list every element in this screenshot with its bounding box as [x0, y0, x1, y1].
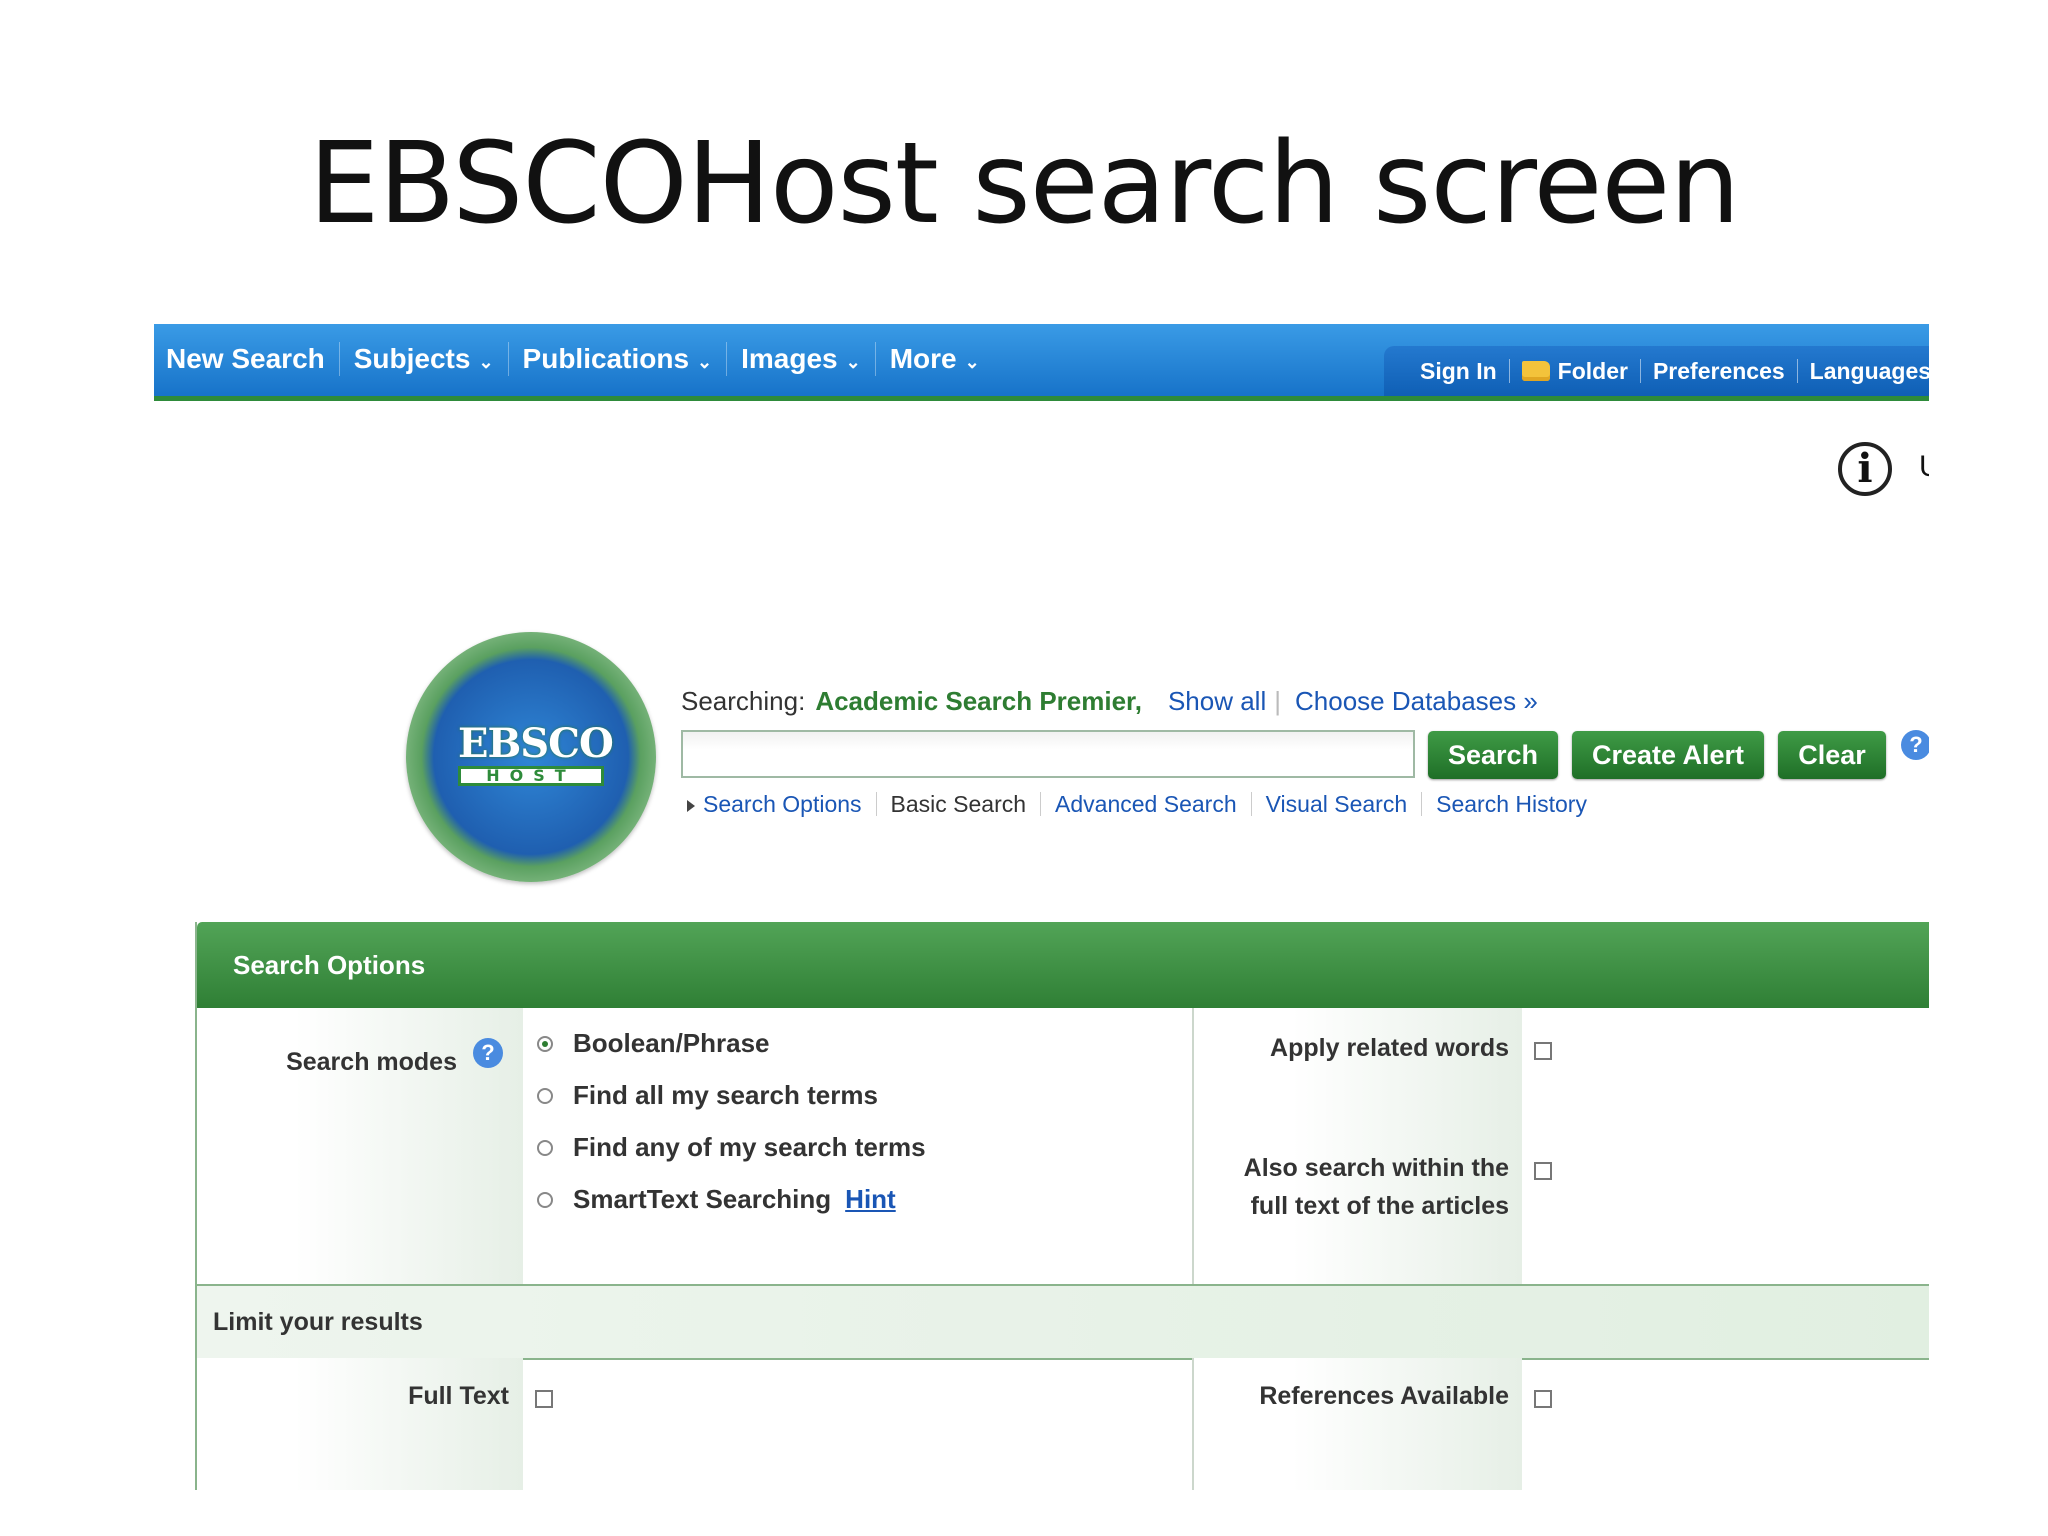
full-text-label: Full Text	[408, 1382, 509, 1410]
search-subnav: Search Options Basic Search Advanced Sea…	[687, 792, 1601, 816]
ebscohost-logo: EBSCO HOST	[406, 632, 656, 882]
help-icon[interactable]: ?	[1901, 730, 1929, 760]
mode-label: Find any of my search terms	[573, 1132, 926, 1162]
chevron-down-icon: ⌄	[478, 351, 494, 372]
search-input[interactable]	[681, 730, 1415, 778]
mode-label: Boolean/Phrase	[573, 1028, 770, 1058]
database-name: Academic Search Premier,	[815, 686, 1142, 716]
full-text-search-checkbox[interactable]	[1534, 1162, 1552, 1180]
limit-results-bar: Limit your results	[197, 1284, 1929, 1360]
nav-publications-label: Publications	[522, 343, 690, 374]
folder-link[interactable]: Folder	[1510, 359, 1641, 383]
searching-row: Searching: Academic Search Premier, Show…	[681, 686, 1538, 717]
slide-title: EBSCOHost search screen	[308, 119, 1741, 249]
folder-label: Folder	[1557, 358, 1628, 384]
search-history-link[interactable]: Search History	[1422, 792, 1601, 816]
mode-boolean[interactable]: Boolean/Phrase	[537, 1028, 770, 1059]
radio-button[interactable]	[537, 1087, 553, 1104]
panel-header: Search Options	[197, 922, 1929, 1008]
preferences-link[interactable]: Preferences	[1641, 359, 1798, 383]
search-options-link[interactable]: Search Options	[687, 792, 877, 816]
search-options-label: Search Options	[703, 791, 862, 817]
searching-label: Searching:	[681, 686, 806, 716]
hint-link[interactable]: Hint	[845, 1184, 896, 1215]
radio-button[interactable]	[537, 1139, 553, 1156]
mode-find-all[interactable]: Find all my search terms	[537, 1080, 878, 1111]
basic-search-link[interactable]: Basic Search	[877, 792, 1042, 816]
references-label: References Available	[1259, 1382, 1509, 1410]
logo-ebsco-text: EBSCO	[458, 720, 614, 767]
radio-button[interactable]	[537, 1191, 553, 1208]
chevron-down-icon: ⌄	[964, 351, 980, 372]
radio-button[interactable]	[537, 1035, 553, 1052]
advanced-search-link[interactable]: Advanced Search	[1041, 792, 1252, 816]
also-search-label-line2: full text of the articles	[1250, 1192, 1509, 1220]
info-icon[interactable]: i	[1838, 442, 1892, 496]
nav-more[interactable]: More ⌄	[876, 342, 994, 376]
also-search-label-line1: Also search within the	[1243, 1154, 1509, 1182]
label-column	[197, 1358, 523, 1490]
mode-smarttext[interactable]: SmartText Searching Hint	[537, 1184, 896, 1215]
chevron-down-icon: ⌄	[845, 351, 861, 372]
nav-subjects[interactable]: Subjects ⌄	[340, 342, 509, 376]
apply-related-checkbox[interactable]	[1534, 1042, 1552, 1060]
panel-title: Search Options	[233, 950, 426, 980]
show-all-link[interactable]: Show all	[1168, 686, 1266, 717]
sign-in-link[interactable]: Sign In	[1408, 359, 1510, 383]
nav-new-search[interactable]: New Search	[166, 342, 340, 376]
nav-images[interactable]: Images ⌄	[727, 342, 876, 376]
top-toolbar: New Search Subjects ⌄ Publications ⌄ Ima…	[154, 324, 1929, 401]
mode-label: Find all my search terms	[573, 1080, 878, 1110]
choose-databases-link[interactable]: Choose Databases »	[1295, 686, 1538, 717]
label-column-right	[1192, 1358, 1522, 1490]
utility-nav: Sign In Folder Preferences Languages	[1384, 346, 1929, 396]
mode-label: SmartText Searching	[573, 1184, 832, 1214]
nav-subjects-label: Subjects	[353, 343, 471, 374]
visual-search-link[interactable]: Visual Search	[1252, 792, 1423, 816]
search-modes-label: Search modes	[286, 1048, 457, 1076]
nav-images-label: Images	[741, 343, 838, 374]
main-nav: New Search Subjects ⌄ Publications ⌄ Ima…	[166, 324, 994, 394]
mode-find-any[interactable]: Find any of my search terms	[537, 1132, 926, 1163]
apply-related-label: Apply related words	[1270, 1034, 1509, 1062]
folder-icon	[1521, 361, 1550, 381]
create-alert-button[interactable]: Create Alert	[1572, 731, 1764, 779]
triangle-right-icon	[687, 800, 695, 812]
references-checkbox[interactable]	[1534, 1390, 1552, 1408]
info-label-cut: U	[1919, 450, 1929, 484]
nav-publications[interactable]: Publications ⌄	[509, 342, 728, 376]
ebsco-screenshot: New Search Subjects ⌄ Publications ⌄ Ima…	[154, 324, 1929, 1490]
chevron-down-icon: ⌄	[697, 351, 713, 372]
languages-link[interactable]: Languages	[1798, 359, 1929, 383]
nav-new-search-label: New Search	[166, 343, 325, 374]
clear-button[interactable]: Clear	[1778, 731, 1886, 779]
divider: |	[1274, 686, 1281, 716]
logo-host-text: HOST	[458, 766, 604, 786]
search-options-panel: Search Options Search modes ? Boolean/Ph…	[195, 922, 1929, 1490]
search-button[interactable]: Search	[1428, 731, 1558, 779]
full-text-checkbox[interactable]	[535, 1390, 553, 1408]
help-icon[interactable]: ?	[473, 1038, 503, 1068]
limit-results-title: Limit your results	[213, 1308, 423, 1336]
nav-more-label: More	[889, 343, 957, 374]
